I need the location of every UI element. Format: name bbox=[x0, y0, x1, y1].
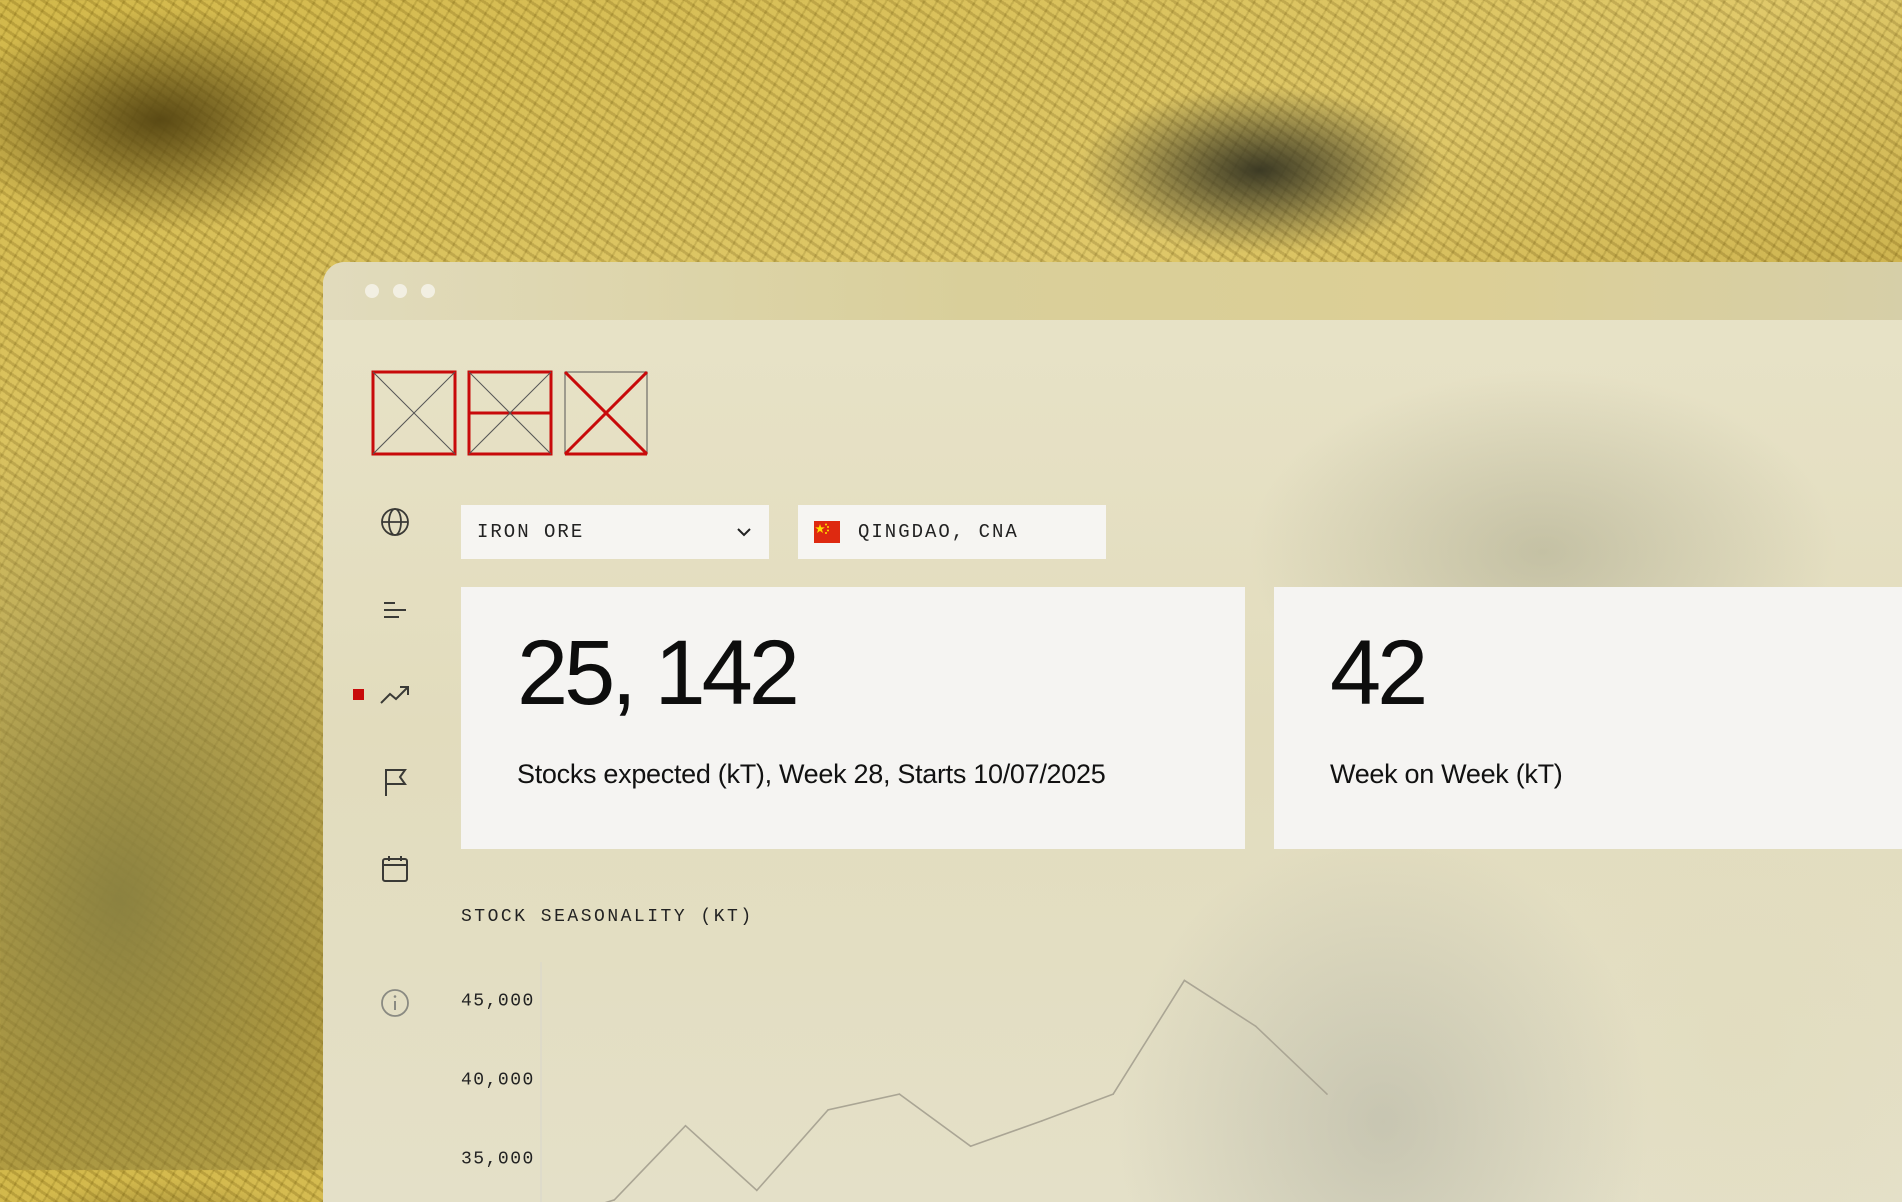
data-point bbox=[1326, 1093, 1328, 1095]
china-flag-icon bbox=[814, 521, 840, 543]
data-point bbox=[1254, 1025, 1257, 1027]
y-tick-label: 35,000 bbox=[461, 1149, 535, 1169]
week-on-week-value: 42 bbox=[1330, 622, 1428, 724]
active-indicator bbox=[353, 689, 364, 700]
stocks-expected-card: 25, 142 Stocks expected (kT), Week 28, S… bbox=[461, 587, 1245, 849]
brand-logo-icon bbox=[371, 370, 649, 456]
stocks-expected-caption: Stocks expected (kT), Week 28, Starts 10… bbox=[517, 759, 1106, 789]
info-icon[interactable] bbox=[378, 986, 412, 1020]
week-on-week-card: 42 Week on Week (kT) bbox=[1274, 587, 1902, 849]
data-point bbox=[756, 1189, 758, 1192]
data-point bbox=[613, 1199, 616, 1201]
data-point bbox=[827, 1109, 829, 1111]
data-point bbox=[898, 1093, 901, 1095]
y-tick-label: 40,000 bbox=[461, 1070, 535, 1090]
data-point bbox=[969, 1145, 972, 1147]
commodity-select-value: IRON ORE bbox=[477, 521, 585, 543]
series-line bbox=[604, 979, 1328, 1202]
maximize-window-button[interactable] bbox=[421, 284, 435, 298]
data-point bbox=[1112, 1093, 1114, 1095]
calendar-icon[interactable] bbox=[378, 852, 412, 886]
week-on-week-caption: Week on Week (kT) bbox=[1330, 759, 1563, 789]
data-point bbox=[684, 1124, 687, 1127]
location-select-value: QINGDAO, CNA bbox=[858, 521, 1019, 543]
sort-lines-icon[interactable] bbox=[378, 593, 412, 627]
app-window: IRON ORE QINGDAO, CNA 25, 142 Stocks exp… bbox=[323, 262, 1902, 1202]
chevron-down-icon bbox=[737, 528, 751, 537]
y-tick-label: 45,000 bbox=[461, 991, 535, 1011]
minimize-window-button[interactable] bbox=[393, 284, 407, 298]
stocks-expected-value: 25, 142 bbox=[517, 622, 800, 724]
chart-title: STOCK SEASONALITY (KT) bbox=[461, 907, 754, 927]
data-point bbox=[1183, 979, 1186, 982]
commodity-select[interactable]: IRON ORE bbox=[461, 505, 769, 559]
flag-icon[interactable] bbox=[378, 765, 412, 799]
title-bar bbox=[323, 262, 1902, 320]
close-window-button[interactable] bbox=[365, 284, 379, 298]
globe-icon[interactable] bbox=[378, 505, 412, 539]
stock-seasonality-chart: 45,00040,00035,00030,000 bbox=[461, 962, 1328, 1202]
trending-up-icon[interactable] bbox=[378, 678, 412, 712]
location-select[interactable]: QINGDAO, CNA bbox=[798, 505, 1106, 559]
data-point bbox=[1041, 1120, 1043, 1122]
